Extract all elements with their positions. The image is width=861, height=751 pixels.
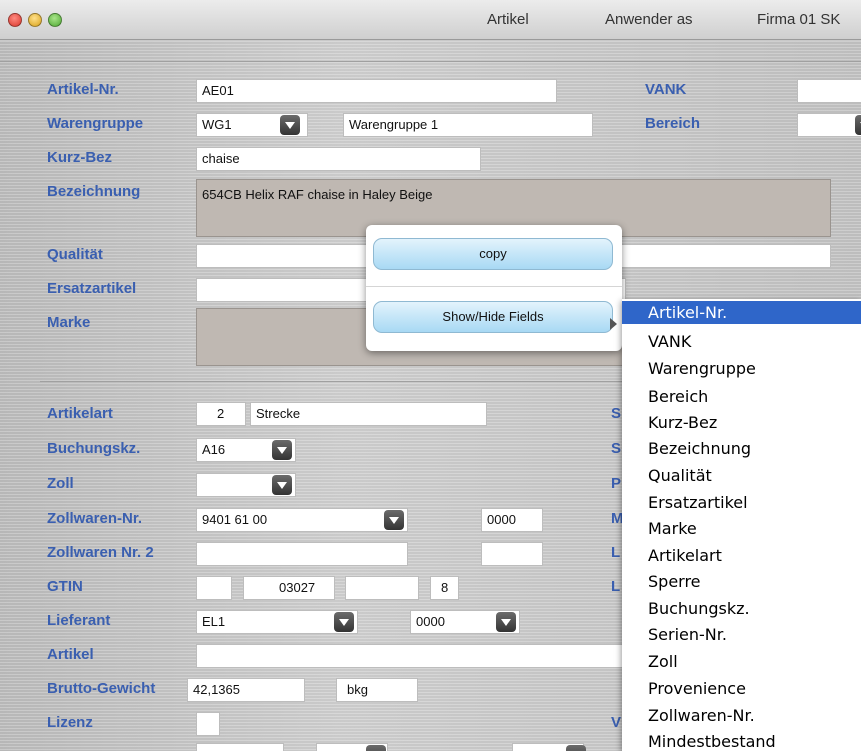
window-company-label: Firma 01 SK [757, 11, 841, 28]
warengruppe-name-field[interactable]: Warengruppe 1 [343, 113, 593, 137]
show-hide-fields-submenu: Artikel-Nr. VANK Warengruppe Bereich Kur… [622, 299, 861, 751]
gtin-check-field[interactable]: 8 [430, 576, 459, 600]
label-bezeichnung: Bezeichnung [47, 183, 141, 200]
submenu-item-qualitaet[interactable]: Qualität [622, 464, 861, 487]
minimize-window-button[interactable] [28, 13, 42, 27]
label-vank: VANK [645, 81, 687, 98]
partial-dropdown-2[interactable] [566, 745, 586, 751]
label-qualitaet: Qualität [47, 246, 103, 263]
submenu-item-mindestbestand[interactable]: Mindestbestand [622, 730, 861, 751]
zoom-window-button[interactable] [48, 13, 62, 27]
submenu-item-kurz-bez[interactable]: Kurz-Bez [622, 411, 861, 434]
partial-field-1[interactable] [196, 743, 284, 751]
zollwaren-nr-dropdown-button[interactable] [384, 510, 404, 530]
label-kurz-bez: Kurz-Bez [47, 149, 113, 166]
submenu-item-vank[interactable]: VANK [622, 330, 861, 353]
gtin-part3-field[interactable] [345, 576, 419, 600]
label-artikel-nr: Artikel-Nr. [47, 81, 119, 98]
context-menu: copy Show/Hide Fields [366, 225, 622, 351]
close-window-button[interactable] [8, 13, 22, 27]
zollwaren-nr-field[interactable]: 9401 61 00 [196, 508, 408, 532]
bereich-dropdown-button[interactable] [855, 115, 861, 135]
show-hide-fields-menu-item[interactable]: Show/Hide Fields [373, 301, 613, 333]
artikel-field[interactable] [196, 644, 626, 668]
bereich-field[interactable] [797, 113, 861, 137]
artikelart-code-field[interactable]: 2 [196, 402, 246, 426]
label-zollwaren-nr: Zollwaren-Nr. [47, 510, 143, 527]
label-partial-l1: L [611, 544, 621, 561]
kurz-bez-field[interactable]: chaise [196, 147, 481, 171]
label-brutto-gewicht: Brutto-Gewicht [47, 680, 156, 697]
submenu-arrow-icon [610, 318, 617, 330]
submenu-item-zollwaren-nr[interactable]: Zollwaren-Nr. [622, 704, 861, 727]
label-bereich: Bereich [645, 115, 701, 132]
partial-dropdown-1[interactable] [366, 745, 386, 751]
label-partial-p: P [611, 475, 622, 492]
label-zollwaren-nr2: Zollwaren Nr. 2 [47, 544, 154, 561]
label-partial-v: V [611, 714, 622, 731]
label-warengruppe: Warengruppe [47, 115, 144, 132]
label-marke: Marke [47, 314, 91, 331]
gtin-part2-field[interactable]: 03027 [243, 576, 335, 600]
label-gtin: GTIN [47, 578, 83, 595]
label-ersatzartikel: Ersatzartikel [47, 280, 137, 297]
title-bar: Artikel Anwender as Firma 01 SK [0, 0, 861, 40]
menu-separator [366, 286, 622, 287]
label-lizenz: Lizenz [47, 714, 93, 731]
label-zoll: Zoll [47, 475, 74, 492]
vank-field[interactable] [797, 79, 861, 103]
submenu-item-warengruppe[interactable]: Warengruppe [622, 357, 861, 380]
submenu-item-ersatzartikel[interactable]: Ersatzartikel [622, 491, 861, 514]
buchungskz-dropdown-button[interactable] [272, 440, 292, 460]
label-buchungskz: Buchungskz. [47, 440, 141, 457]
label-lieferant: Lieferant [47, 612, 111, 629]
submenu-item-provenience[interactable]: Provenience [622, 677, 861, 700]
zollwaren-suffix-field[interactable]: 0000 [481, 508, 543, 532]
gewicht-unit-field[interactable]: bkg [336, 678, 418, 702]
artikel-nr-field[interactable]: AE01 [196, 79, 557, 103]
submenu-item-artikelart[interactable]: Artikelart [622, 544, 861, 567]
submenu-item-serien-nr[interactable]: Serien-Nr. [622, 623, 861, 646]
zollwaren-nr2-suffix-field[interactable] [481, 542, 543, 566]
window-module-title: Artikel [487, 11, 529, 28]
submenu-item-sperre[interactable]: Sperre [622, 570, 861, 593]
gtin-prefix-field[interactable] [196, 576, 232, 600]
brutto-gewicht-field[interactable]: 42,1365 [187, 678, 305, 702]
label-partial-s2: S [611, 440, 622, 457]
submenu-item-artikel-nr[interactable]: Artikel-Nr. [622, 301, 861, 324]
top-divider [0, 61, 861, 62]
label-artikel: Artikel [47, 646, 94, 663]
warengruppe-dropdown-button[interactable] [280, 115, 300, 135]
zollwaren-nr2-field[interactable] [196, 542, 408, 566]
submenu-item-bereich[interactable]: Bereich [622, 385, 861, 408]
copy-menu-item[interactable]: copy [373, 238, 613, 270]
zoll-dropdown-button[interactable] [272, 475, 292, 495]
label-partial-l2: L [611, 578, 621, 595]
window-user-label: Anwender as [605, 11, 693, 28]
lieferant-sub-dropdown-button[interactable] [496, 612, 516, 632]
label-artikelart: Artikelart [47, 405, 113, 422]
label-partial-s1: S [611, 405, 622, 422]
lieferant-dropdown-button[interactable] [334, 612, 354, 632]
lizenz-checkbox[interactable] [196, 712, 220, 736]
submenu-item-marke[interactable]: Marke [622, 517, 861, 540]
submenu-item-bezeichnung[interactable]: Bezeichnung [622, 437, 861, 460]
submenu-item-zoll[interactable]: Zoll [622, 650, 861, 673]
artikelart-name-field[interactable]: Strecke [250, 402, 487, 426]
submenu-item-buchungskz[interactable]: Buchungskz. [622, 597, 861, 620]
